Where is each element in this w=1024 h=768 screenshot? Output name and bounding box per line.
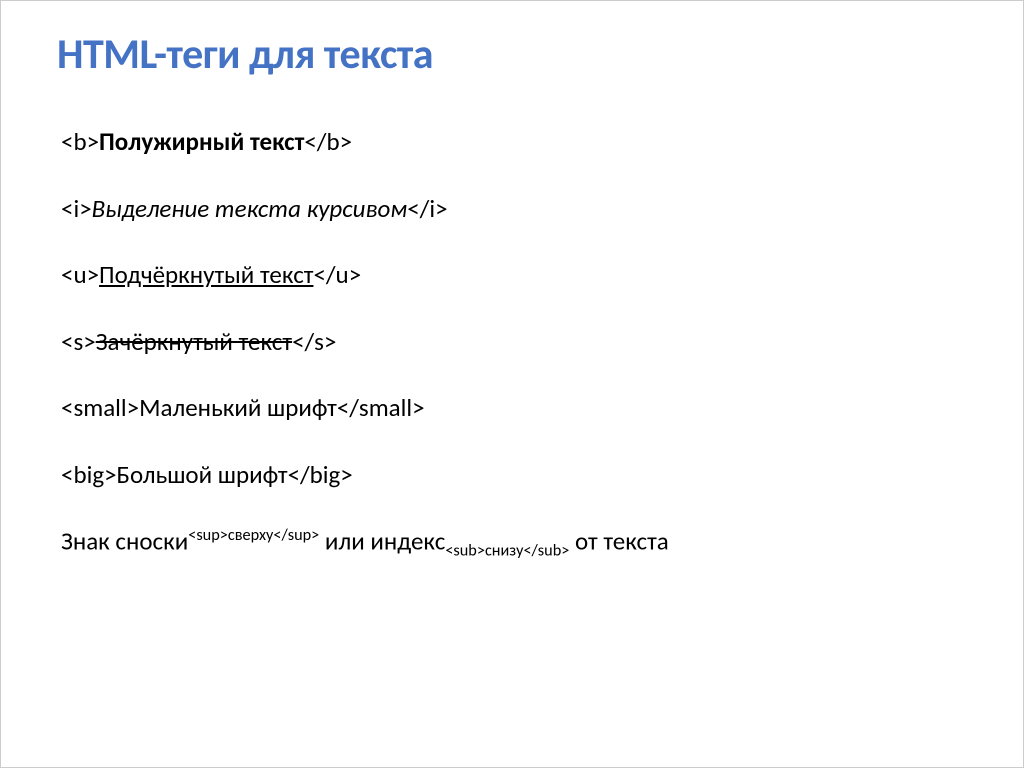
bold-close-tag: </b> (304, 126, 352, 157)
example-small: <small>Маленький шрифт</small> (61, 392, 967, 425)
example-underline: <u>Подчёркнутый текст</u> (61, 259, 967, 292)
sup-open-tag: <sup> (188, 526, 228, 545)
example-big: <big>Большой шрифт</big> (61, 459, 967, 492)
big-demo-text: Большой шрифт (117, 459, 288, 490)
big-open-tag: <big> (61, 459, 117, 490)
italic-demo-text: Выделение текста курсивом (92, 193, 408, 224)
underline-open-tag: <u> (61, 259, 99, 290)
underline-demo-text: Подчёркнутый текст (99, 259, 313, 290)
slide-content: <b>Полужирный текст</b> <i>Выделение тек… (57, 126, 967, 561)
supsub-middle: или индекс (319, 525, 445, 556)
example-strike: <s>Зачёркнутый текст</s> (61, 326, 967, 359)
strike-demo-text: Зачёркнутый текст (96, 326, 292, 357)
slide-container: HTML-теги для текста <b>Полужирный текст… (0, 0, 1024, 768)
small-close-tag: </small> (337, 392, 425, 423)
strike-open-tag: <s> (61, 326, 96, 357)
underline-close-tag: </u> (313, 259, 361, 290)
bold-demo-text: Полужирный текст (99, 126, 304, 157)
sup-demo-text: сверху (228, 526, 274, 545)
bold-open-tag: <b> (61, 126, 99, 157)
sub-close-tag: </sub> (523, 541, 569, 560)
sub-demo-text: снизу (485, 541, 524, 560)
sup-close-tag: </sup> (273, 526, 319, 545)
supsub-prefix: Знак сноски (61, 525, 188, 556)
strike-close-tag: </s> (292, 326, 336, 357)
italic-close-tag: </i> (407, 193, 447, 224)
italic-open-tag: <i> (61, 193, 92, 224)
example-italic: <i>Выделение текста курсивом</i> (61, 193, 967, 226)
example-bold: <b>Полужирный текст</b> (61, 126, 967, 159)
sub-open-tag: <sub> (445, 541, 485, 560)
example-supsub: Знак сноски<sup>сверху</sup> или индекс<… (61, 525, 967, 561)
supsub-suffix: от текста (569, 525, 668, 556)
small-open-tag: <small> (61, 392, 139, 423)
slide-title: HTML-теги для текста (57, 29, 967, 80)
small-demo-text: Маленький шрифт (139, 392, 337, 423)
big-close-tag: </big> (288, 459, 353, 490)
